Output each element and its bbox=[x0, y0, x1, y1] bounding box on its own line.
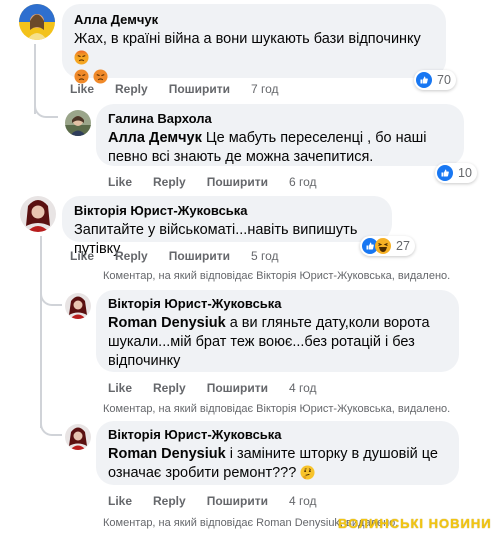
comment-author[interactable]: Галина Вархола bbox=[108, 111, 452, 127]
reaction-summary[interactable]: 70 bbox=[414, 70, 456, 90]
avatar[interactable] bbox=[19, 4, 55, 40]
comment-author[interactable]: Вікторія Юрист-Жуковська bbox=[108, 296, 447, 312]
comment-actions: Like Reply Поширити 4 год bbox=[108, 381, 317, 395]
comment-actions: Like Reply Поширити 4 год bbox=[108, 494, 317, 508]
comment-text: Roman Denysiuk і заміните шторку в душов… bbox=[108, 445, 447, 483]
avatar[interactable] bbox=[65, 424, 91, 450]
comment-bubble: Галина Вархола Алла Демчук Це мабуть пер… bbox=[96, 104, 464, 166]
reaction-count: 27 bbox=[396, 239, 410, 253]
comment-author[interactable]: Вікторія Юрист-Жуковська bbox=[74, 203, 380, 219]
like-button[interactable]: Like bbox=[108, 494, 132, 508]
reply-button[interactable]: Reply bbox=[115, 82, 148, 96]
reaction-summary[interactable]: 27 bbox=[360, 236, 415, 256]
comment-actions: Like Reply Поширити 6 год bbox=[108, 175, 317, 189]
comment-time[interactable]: 4 год bbox=[289, 381, 317, 395]
comment-time[interactable]: 7 год bbox=[251, 82, 279, 96]
thread-line bbox=[40, 290, 62, 306]
comment-text: Жах, в країні війна а вони шукають бази … bbox=[74, 30, 434, 87]
comment-bubble: Вікторія Юрист-Жуковська Roman Denysiuk … bbox=[96, 421, 459, 485]
comment-author[interactable]: Алла Демчук bbox=[74, 12, 434, 28]
comment-actions: Like Reply Поширити 7 год bbox=[70, 82, 279, 96]
comment-author[interactable]: Вікторія Юрист-Жуковська bbox=[108, 427, 447, 443]
reaction-count: 10 bbox=[458, 166, 472, 180]
reply-button[interactable]: Reply bbox=[153, 381, 186, 395]
like-icon bbox=[416, 72, 432, 88]
like-icon bbox=[437, 165, 453, 181]
reply-button[interactable]: Reply bbox=[153, 175, 186, 189]
comment-bubble: Вікторія Юрист-Жуковська Roman Denysiuk … bbox=[96, 290, 459, 372]
share-button[interactable]: Поширити bbox=[169, 82, 230, 96]
thinking-emoji-icon bbox=[300, 465, 315, 480]
like-button[interactable]: Like bbox=[70, 82, 94, 96]
reaction-count: 70 bbox=[437, 73, 451, 87]
like-button[interactable]: Like bbox=[108, 381, 132, 395]
comment-time[interactable]: 6 год bbox=[289, 175, 317, 189]
mention-link[interactable]: Roman Denysiuk bbox=[108, 446, 226, 462]
haha-icon bbox=[375, 238, 391, 254]
comment-text: Roman Denysiuk а ви гляньте дату,коли во… bbox=[108, 314, 447, 371]
like-button[interactable]: Like bbox=[108, 175, 132, 189]
share-button[interactable]: Поширити bbox=[207, 175, 268, 189]
thread-line bbox=[40, 420, 62, 436]
comment-bubble: Алла Демчук Жах, в країні війна а вони ш… bbox=[62, 4, 446, 84]
thread-line bbox=[40, 236, 42, 428]
watermark: ВОЛИНСЬКІ НОВИНИ bbox=[338, 516, 492, 531]
comment-actions: Like Reply Поширити 5 год bbox=[70, 249, 279, 263]
comment-text: Алла Демчук Це мабуть переселенці , бо н… bbox=[108, 129, 452, 167]
reply-button[interactable]: Reply bbox=[153, 494, 186, 508]
comment-bubble: Вікторія Юрист-Жуковська Запитайте у вій… bbox=[62, 196, 392, 257]
reaction-summary[interactable]: 10 bbox=[435, 163, 477, 183]
deleted-comment-notice: Коментар, на який відповідає Вікторія Юр… bbox=[103, 403, 451, 415]
deleted-comment-notice: Коментар, на який відповідає Вікторія Юр… bbox=[103, 270, 451, 282]
thread-line bbox=[34, 98, 58, 118]
avatar[interactable] bbox=[65, 110, 91, 136]
mention-link[interactable]: Roman Denysiuk bbox=[108, 315, 226, 331]
mention-link[interactable]: Алла Демчук bbox=[108, 130, 202, 146]
avatar[interactable] bbox=[20, 196, 56, 232]
comment-text-content: Жах, в країні війна а вони шукають бази … bbox=[74, 31, 421, 47]
reply-button[interactable]: Reply bbox=[115, 249, 148, 263]
comment-time[interactable]: 5 год bbox=[251, 249, 279, 263]
avatar[interactable] bbox=[65, 293, 91, 319]
share-button[interactable]: Поширити bbox=[169, 249, 230, 263]
share-button[interactable]: Поширити bbox=[207, 381, 268, 395]
like-button[interactable]: Like bbox=[70, 249, 94, 263]
share-button[interactable]: Поширити bbox=[207, 494, 268, 508]
angry-emoji-icon bbox=[74, 50, 89, 65]
comment-time[interactable]: 4 год bbox=[289, 494, 317, 508]
